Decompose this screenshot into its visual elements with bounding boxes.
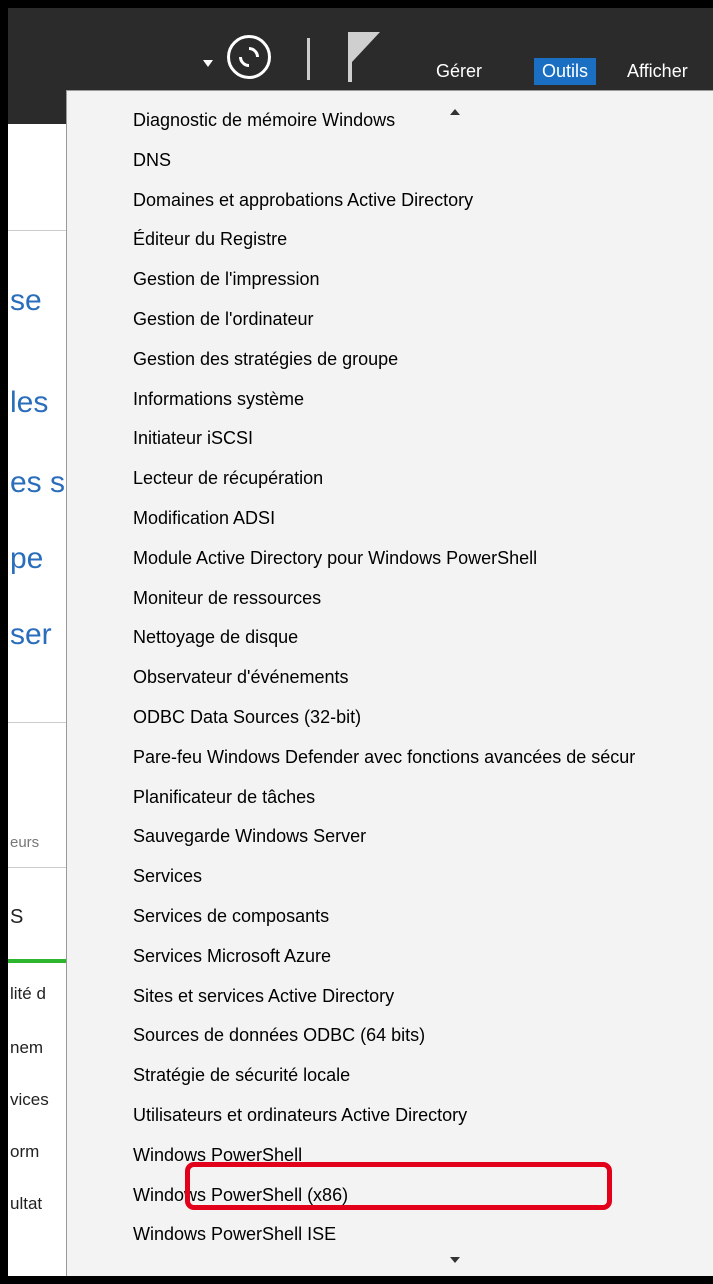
refresh-icon[interactable]	[227, 35, 271, 79]
menu-item[interactable]: Services de composants	[133, 896, 329, 936]
menu-item[interactable]: Gestion de l'impression	[133, 259, 320, 299]
dropdown-arrow-icon[interactable]	[203, 60, 213, 67]
dashboard-text-fragment[interactable]: ultat	[10, 1194, 42, 1214]
menu-items: Diagnostic de mémoire Windows DNS Domaines…	[67, 91, 713, 1276]
menu-item[interactable]: Moniteur de ressources	[133, 578, 321, 618]
menu-item[interactable]: Services	[133, 856, 202, 896]
dashboard-link-fragment[interactable]: pe	[10, 542, 43, 576]
menu-item[interactable]: Modification ADSI	[133, 498, 275, 538]
menu-item[interactable]: Windows PowerShell ISE	[133, 1214, 336, 1254]
tools-dropdown-menu: Diagnostic de mémoire Windows DNS Domaines…	[66, 90, 713, 1276]
menu-item[interactable]: Nettoyage de disque	[133, 617, 298, 657]
menu-item[interactable]: Gestion de l'ordinateur	[133, 299, 314, 339]
dashboard-pane: se les es s pe ser eurs S lité d nem vic…	[8, 124, 66, 1276]
dashboard-link-fragment[interactable]: les	[10, 386, 48, 420]
server-manager-window: Gérer Outils Afficher se les es s pe ser…	[8, 8, 713, 1276]
menu-item[interactable]: Lecteur de récupération	[133, 458, 323, 498]
menu-item[interactable]: Gestion des stratégies de groupe	[133, 339, 398, 379]
menu-item[interactable]: Domaines et approbations Active Director…	[133, 180, 473, 220]
dashboard-text-fragment[interactable]: orm	[10, 1142, 39, 1162]
menu-item[interactable]: Initiateur iSCSI	[133, 418, 253, 458]
menu-item[interactable]: Services Microsoft Azure	[133, 936, 331, 976]
toolbar-separator	[307, 38, 310, 80]
menu-item[interactable]: Stratégie de sécurité locale	[133, 1055, 350, 1095]
menu-item[interactable]: Sites et services Active Directory	[133, 976, 394, 1016]
menu-gerer[interactable]: Gérer	[428, 58, 490, 85]
menu-item[interactable]: Planificateur de tâches	[133, 777, 315, 817]
divider	[8, 722, 66, 723]
dashboard-link-fragment[interactable]: ser	[10, 618, 52, 652]
dashboard-text-fragment: eurs	[10, 834, 40, 851]
menu-item[interactable]: Module Active Directory pour Windows Pow…	[133, 538, 537, 578]
scroll-down-icon[interactable]	[450, 1257, 460, 1263]
dashboard-text-fragment: S	[10, 906, 24, 928]
menu-item[interactable]: Éditeur du Registre	[133, 219, 287, 259]
divider	[8, 867, 66, 868]
menu-item[interactable]: Sources de données ODBC (64 bits)	[133, 1015, 425, 1055]
dashboard-link-fragment[interactable]: es s	[10, 466, 65, 500]
menu-afficher[interactable]: Afficher	[619, 58, 696, 85]
menu-item[interactable]: ODBC Data Sources (32-bit)	[133, 697, 361, 737]
menu-item[interactable]: Pare-feu Windows Defender avec fonctions…	[133, 737, 635, 777]
menu-outils[interactable]: Outils	[534, 58, 597, 85]
menu-item[interactable]: Utilisateurs et ordinateurs Active Direc…	[133, 1095, 467, 1135]
dashboard-text-fragment[interactable]: nem	[10, 1038, 43, 1058]
menu-item[interactable]: Observateur d'événements	[133, 657, 349, 697]
divider	[8, 230, 66, 231]
dashboard-text-fragment[interactable]: lité d	[10, 984, 46, 1004]
notifications-flag-icon[interactable]	[346, 32, 386, 82]
highlight-box	[185, 1162, 612, 1210]
menu-item[interactable]: DNS	[133, 140, 171, 180]
status-bar	[8, 959, 66, 963]
menu-item[interactable]: Diagnostic de mémoire Windows	[133, 100, 395, 140]
dashboard-text-fragment[interactable]: se	[10, 284, 42, 318]
dashboard-text-fragment[interactable]: vices	[10, 1090, 49, 1110]
menu-item[interactable]: Informations système	[133, 379, 304, 419]
menu-item[interactable]: Sauvegarde Windows Server	[133, 816, 366, 856]
